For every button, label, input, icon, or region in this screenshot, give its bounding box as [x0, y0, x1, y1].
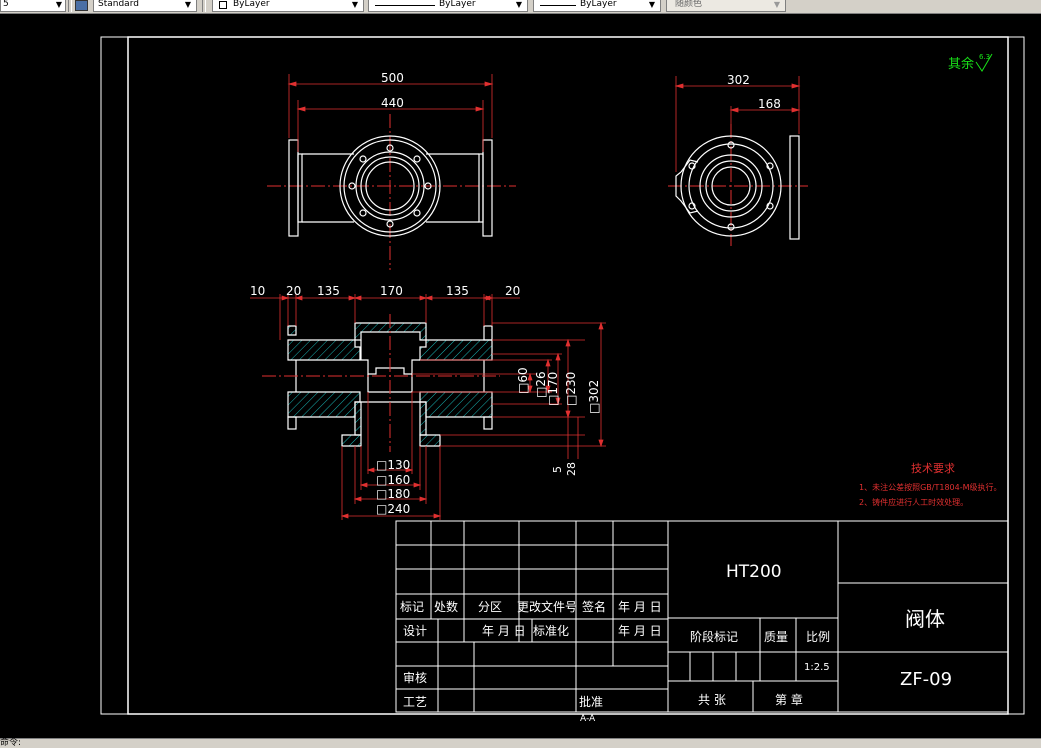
tb-zone: 分区 — [478, 600, 502, 614]
tb-standardize: 标准化 — [533, 624, 569, 638]
text-style-combo[interactable]: Standard ▼ — [93, 0, 197, 12]
tech-item-2: 2、铸件应进行人工时效处理。 — [859, 497, 968, 507]
tb-scale-label: 比例 — [806, 630, 830, 644]
tb-process: 工艺 — [403, 695, 427, 709]
tb-sheet: 第 章 — [775, 692, 803, 707]
tb-scale-value: 1:2.5 — [804, 662, 830, 673]
chevron-down-icon[interactable]: ▼ — [349, 0, 361, 11]
layer-combo[interactable]: ByLayer ▼ — [212, 0, 364, 12]
chevron-down-icon[interactable]: ▼ — [513, 0, 525, 11]
tb-part-name: 阀体 — [905, 607, 945, 631]
chevron-down-icon[interactable]: ▼ — [182, 0, 194, 11]
surface-note: 其余 — [948, 56, 974, 72]
section-dim-135-left: 135 — [317, 284, 340, 298]
tech-title: 技术要求 — [911, 462, 955, 475]
tb-date-2: 年 月 日 — [482, 624, 526, 638]
tb-design: 设计 — [403, 624, 427, 638]
tb-review: 审核 — [403, 670, 427, 685]
text-style-icon[interactable] — [75, 0, 88, 11]
tb-material: HT200 — [726, 562, 782, 582]
tb-mark: 标记 — [400, 600, 424, 614]
tb-date-1: 年 月 日 — [618, 600, 662, 614]
color-value: 随颜色 — [675, 0, 703, 9]
section-dim-240: □240 — [376, 502, 410, 516]
layer-color-swatch — [219, 1, 227, 9]
section-view: 10 20 135 170 135 20 □60 □26 □170 □230 □… — [250, 284, 606, 724]
tech-item-1: 1、未注公差按照GB/T1804-M级执行。 — [859, 482, 1002, 492]
section-dim-28: 28 — [565, 462, 578, 476]
section-dim-5: 5 — [551, 466, 564, 473]
linetype-value: ByLayer — [439, 0, 476, 9]
section-dim-170: 170 — [380, 284, 403, 298]
chevron-down-icon[interactable]: ▼ — [53, 0, 65, 11]
front-view: 500 440 — [267, 71, 516, 270]
tb-sign: 签名 — [582, 599, 606, 614]
tb-drawing-no: ZF-09 — [900, 669, 952, 690]
section-dim-170-right: □170 — [546, 372, 560, 406]
side-view: 302 168 — [668, 73, 808, 246]
side-dim-302: 302 — [727, 73, 750, 87]
section-dim-20-left: 20 — [286, 284, 301, 298]
linetype-combo[interactable]: ByLayer ▼ — [368, 0, 528, 12]
drawing-canvas[interactable]: 其余 6.3 500 440 302 168 10 20 135 170 135… — [0, 14, 1041, 738]
toolbar-separator — [202, 0, 206, 12]
chevron-down-icon[interactable]: ▼ — [771, 0, 783, 11]
tb-count: 处数 — [434, 599, 458, 614]
section-dim-180: □180 — [376, 487, 410, 501]
tb-approve: 批准 — [579, 694, 603, 709]
section-dim-230: □230 — [564, 372, 578, 406]
section-dim-20-right: 20 — [505, 284, 520, 298]
lineweight-sample — [540, 5, 576, 6]
section-dim-302: □302 — [587, 380, 601, 414]
layer-index-combo[interactable]: 5 ▼ — [0, 0, 66, 12]
layer-value: ByLayer — [233, 0, 270, 9]
section-dim-60: □60 — [516, 367, 530, 394]
chevron-down-icon[interactable]: ▼ — [646, 0, 658, 11]
color-combo[interactable]: 随颜色 ▼ — [666, 0, 786, 12]
section-dim-10: 10 — [250, 284, 265, 298]
front-dim-500: 500 — [381, 71, 404, 85]
section-label: A-A — [580, 714, 596, 724]
linetype-sample — [375, 5, 435, 6]
text-style-value: Standard — [98, 0, 139, 9]
tb-change-doc: 更改文件号 — [517, 599, 577, 614]
toolbar-separator — [68, 0, 72, 12]
front-dim-440: 440 — [381, 96, 404, 110]
tb-weight: 质量 — [764, 630, 788, 644]
title-block: 标记 处数 分区 更改文件号 签名 年 月 日 设计 年 月 日 标准化 年 月… — [395, 520, 1009, 713]
tb-total: 共 张 — [698, 693, 726, 707]
side-dim-168: 168 — [758, 97, 781, 111]
section-dim-160: □160 — [376, 473, 410, 487]
layer-index-value: 5 — [3, 0, 9, 9]
tb-stage: 阶段标记 — [690, 629, 738, 644]
section-dim-135-right: 135 — [446, 284, 469, 298]
lineweight-value: ByLayer — [580, 0, 617, 9]
section-dim-130: □130 — [376, 458, 410, 472]
lineweight-combo[interactable]: ByLayer ▼ — [533, 0, 661, 12]
tb-date-3: 年 月 日 — [618, 624, 662, 638]
properties-toolbar: 5 ▼ Standard ▼ ByLayer ▼ ByLayer ▼ ByLay… — [0, 0, 1041, 14]
tech-requirements: 技术要求 1、未注公差按照GB/T1804-M级执行。 2、铸件应进行人工时效处… — [859, 462, 1002, 507]
